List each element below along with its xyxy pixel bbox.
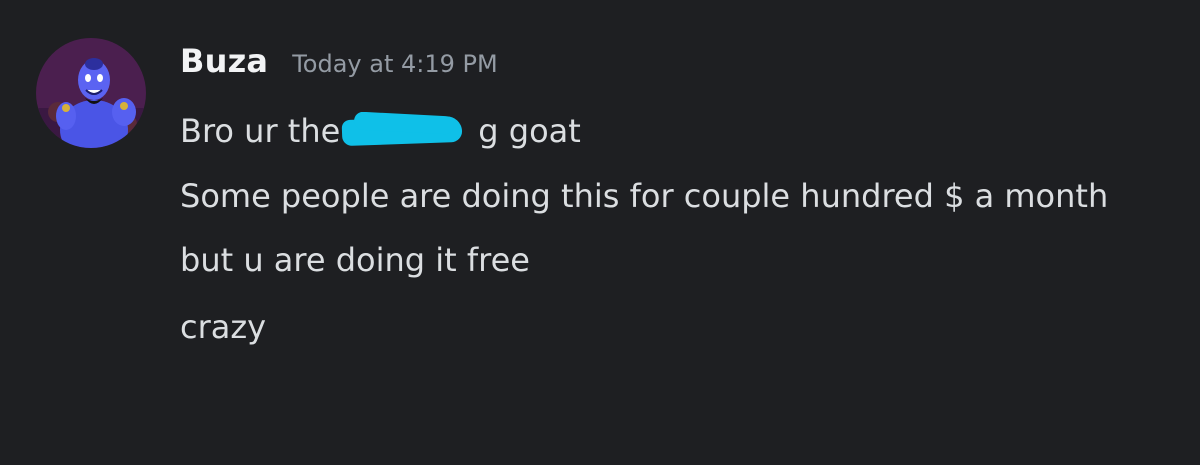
message-line: but u are doing it free — [180, 241, 530, 279]
message-line: Bro ur the g goat — [180, 104, 1170, 158]
message-text-after-redaction: g goat — [478, 112, 581, 150]
username[interactable]: Buza — [180, 42, 268, 80]
message-header: Buza Today at 4:19 PM — [180, 42, 1170, 92]
message-text-before-redaction: Bro ur the — [180, 112, 341, 150]
message-line: crazy — [180, 308, 267, 346]
genie-avatar-icon — [36, 38, 146, 148]
message: Buza Today at 4:19 PM Bro ur the g goat S… — [180, 42, 1170, 354]
redaction-scribble — [336, 112, 480, 150]
avatar[interactable] — [36, 38, 146, 148]
message-line: Some people are doing this for couple hu… — [180, 177, 1109, 215]
timestamp[interactable]: Today at 4:19 PM — [292, 50, 498, 78]
